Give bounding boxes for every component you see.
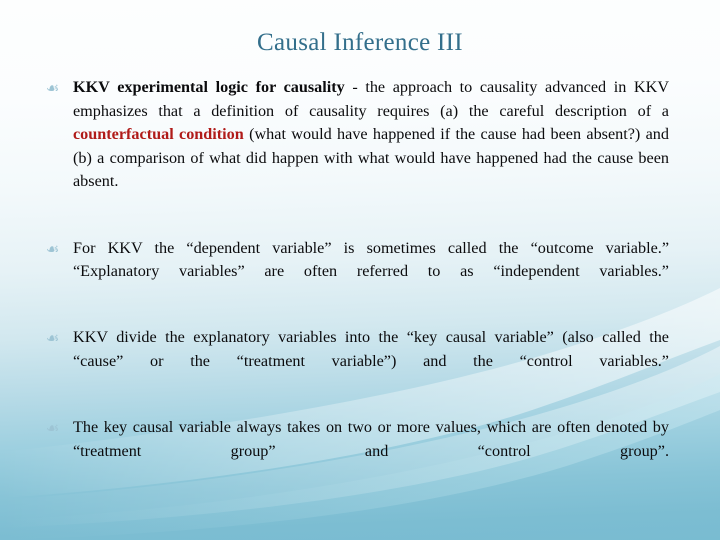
page-title: Causal Inference III <box>257 29 463 56</box>
bullet-1-emphasis-red: counterfactual condition <box>73 125 244 144</box>
slide-body: ☙ KKV experimental logic for causality - … <box>44 76 669 487</box>
floral-heart-bullet-icon: ☙ <box>46 329 60 348</box>
title-container: Causal Inference III <box>0 28 720 58</box>
floral-heart-bullet-icon: ☙ <box>46 239 60 258</box>
floral-heart-bullet-icon: ☙ <box>46 79 60 97</box>
slide-canvas: Causal Inference III ☙ KKV experimental l… <box>0 0 720 540</box>
bullet-paragraph-4: ☙ The key causal variable always takes on… <box>44 416 669 487</box>
bullet-4-text: The key causal variable always takes on … <box>73 418 669 460</box>
bullet-1-lead-bold: KKV experimental logic for causality <box>73 78 345 96</box>
bullet-paragraph-2: ☙ For KKV the “dependent variable” is som… <box>44 237 669 308</box>
bullet-2-text: For KKV the “dependent variable” is some… <box>73 238 669 281</box>
bullet-paragraph-3: ☙ KKV divide the explanatory variables in… <box>44 326 669 397</box>
bullet-paragraph-1: ☙ KKV experimental logic for causality - … <box>44 76 669 218</box>
bullet-3-text: KKV divide the explanatory variables int… <box>73 328 669 370</box>
floral-heart-bullet-icon: ☙ <box>46 419 60 438</box>
